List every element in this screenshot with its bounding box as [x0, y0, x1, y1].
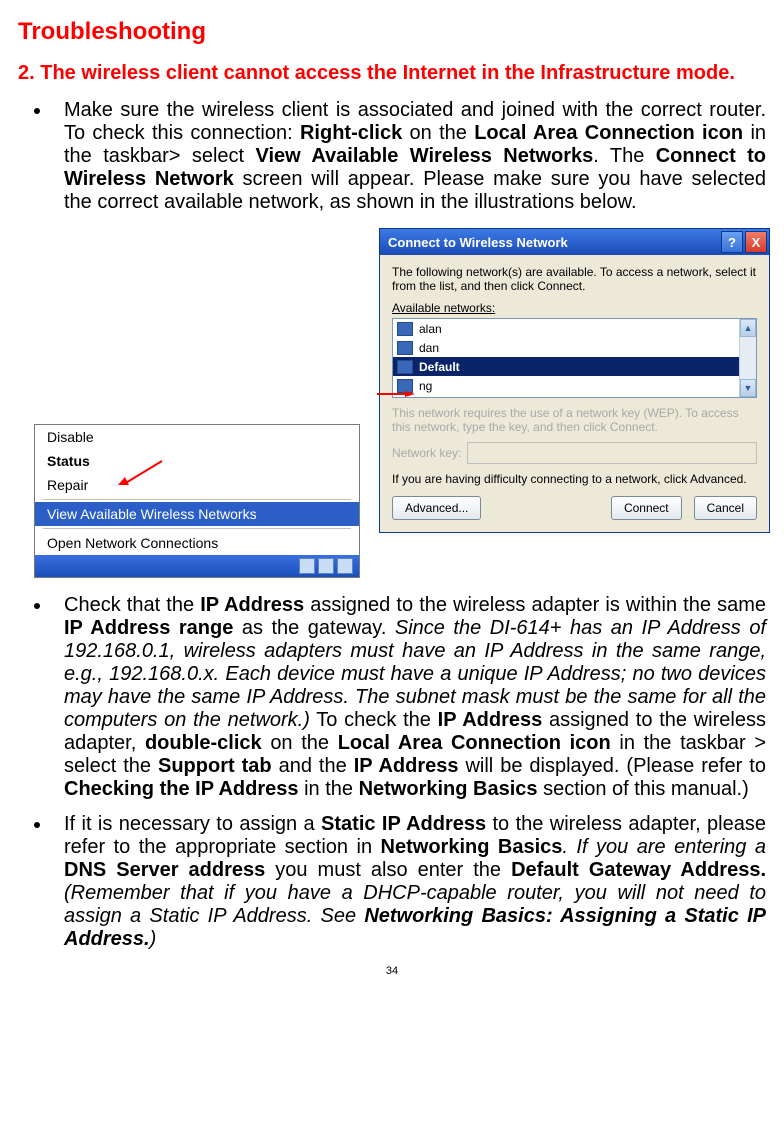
bold-text: Local Area Connection icon [474, 122, 743, 144]
bold-text: DNS Server address [64, 859, 265, 881]
bold-text: Networking Basics [359, 778, 538, 800]
text: assigned to the wireless adapter is with… [304, 594, 766, 616]
network-name: dan [419, 341, 439, 355]
bullet-1: Make sure the wireless client is associa… [52, 99, 766, 214]
taskbar-context-menu: Disable Status Repair View Available Wir… [34, 424, 360, 578]
bold-text: Default Gateway Address. [511, 859, 766, 881]
bold-text: IP Address [200, 594, 304, 616]
menu-item-repair[interactable]: Repair [35, 473, 359, 497]
bullet-list: Make sure the wireless client is associa… [18, 99, 766, 214]
italic-text: . If you are entering a [562, 836, 766, 858]
tray-icon [318, 558, 334, 574]
menu-item-open-connections[interactable]: Open Network Connections [35, 531, 359, 555]
dialog-title: Connect to Wireless Network [388, 235, 568, 250]
menu-item-disable[interactable]: Disable [35, 425, 359, 449]
italic-text: ) [150, 928, 157, 950]
text: . The [593, 145, 655, 167]
text: Check that the [64, 594, 200, 616]
close-button[interactable]: X [745, 231, 767, 253]
network-key-input [467, 442, 757, 464]
text: will be displayed. (Please refer to [458, 755, 766, 777]
bold-text: IP Address [354, 755, 459, 777]
bold-text: Static IP Address [321, 813, 486, 835]
connect-button[interactable]: Connect [611, 496, 682, 520]
bold-text: double-click [145, 732, 262, 754]
menu-separator [43, 499, 351, 500]
network-icon [397, 322, 413, 336]
networks-listbox[interactable]: ▲ ▼ alan dan Default ng [392, 318, 757, 398]
advanced-button[interactable]: Advanced... [392, 496, 481, 520]
network-icon [397, 341, 413, 355]
scroll-up-icon[interactable]: ▲ [740, 319, 756, 337]
text: If it is necessary to assign a [64, 813, 321, 835]
network-name: ng [419, 379, 432, 393]
text: in the [299, 778, 359, 800]
page-title: Troubleshooting [18, 18, 766, 46]
network-item[interactable]: dan [393, 338, 740, 357]
text: on the [262, 732, 338, 754]
network-item[interactable]: ng [393, 376, 740, 395]
bold-text: Local Area Connection icon [338, 732, 611, 754]
text: section of this manual.) [538, 778, 749, 800]
text: To check the [310, 709, 438, 731]
menu-separator [43, 528, 351, 529]
text: you must also enter the [265, 859, 511, 881]
menu-item-view-networks[interactable]: View Available Wireless Networks [35, 502, 359, 526]
bold-text: Support tab [158, 755, 272, 777]
menu-item-status[interactable]: Status [35, 449, 359, 473]
wep-note: This network requires the use of a netwo… [392, 406, 757, 434]
network-item[interactable]: alan [393, 319, 740, 338]
network-key-label: Network key: [392, 446, 461, 460]
tray-icon [337, 558, 353, 574]
dialog-intro: The following network(s) are available. … [392, 265, 757, 293]
illustrations: Connect to Wireless Network ? X The foll… [18, 228, 766, 590]
network-icon [397, 360, 413, 374]
scroll-down-icon[interactable]: ▼ [740, 379, 756, 397]
bullet-list: Check that the IP Address assigned to th… [18, 594, 766, 951]
help-button[interactable]: ? [721, 231, 743, 253]
bold-text: Checking the IP Address [64, 778, 299, 800]
bold-text: IP Address range [64, 617, 233, 639]
bullet-2: Check that the IP Address assigned to th… [52, 594, 766, 801]
network-item-selected[interactable]: Default [393, 357, 740, 376]
network-name: alan [419, 322, 442, 336]
text: and the [272, 755, 354, 777]
bold-text: View Available Wireless Networks [255, 145, 593, 167]
taskbar-tray [35, 555, 359, 577]
bullet-3: If it is necessary to assign a Static IP… [52, 813, 766, 951]
page-number: 34 [18, 965, 766, 977]
cancel-button[interactable]: Cancel [694, 496, 757, 520]
bold-text: Right-click [300, 122, 402, 144]
text: on the [402, 122, 474, 144]
section-heading: 2. The wireless client cannot access the… [18, 62, 766, 85]
scrollbar[interactable]: ▲ ▼ [739, 319, 756, 397]
available-networks-label: Available networks: [392, 301, 757, 315]
connect-wireless-dialog: Connect to Wireless Network ? X The foll… [379, 228, 770, 533]
advanced-hint: If you are having difficulty connecting … [392, 472, 757, 486]
dialog-titlebar: Connect to Wireless Network ? X [380, 229, 769, 255]
text: as the gateway. [233, 617, 395, 639]
bold-text: Networking Basics [381, 836, 563, 858]
tray-icon [299, 558, 315, 574]
bold-text: IP Address [438, 709, 543, 731]
network-icon [397, 379, 413, 393]
network-name: Default [419, 360, 460, 374]
